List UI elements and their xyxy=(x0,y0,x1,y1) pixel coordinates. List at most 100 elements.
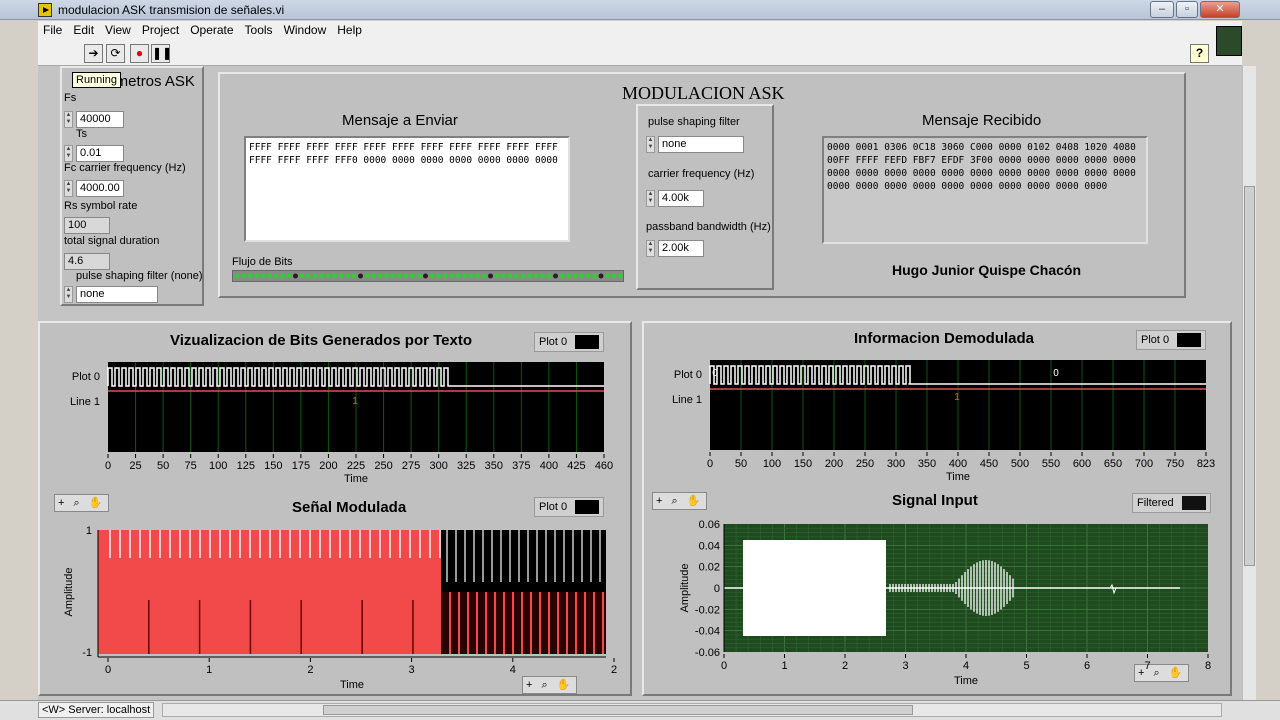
input-x-axis-label: Time xyxy=(954,675,978,687)
bits-x-tick-label: 375 xyxy=(512,460,530,472)
input-y-tick-label: 0.04 xyxy=(699,540,720,552)
tooltip-running: Running xyxy=(72,72,121,88)
minimize-button[interactable]: – xyxy=(1150,1,1174,18)
mod-x-tick-label: 2 xyxy=(611,664,617,676)
run-continuously-icon[interactable]: ⟳ xyxy=(106,44,125,63)
bits-x-tick-label: 150 xyxy=(264,460,282,472)
vi-connector-icon xyxy=(1216,26,1242,56)
run-arrow-icon[interactable]: ➔ xyxy=(84,44,103,63)
bits-x-tick-label: 250 xyxy=(374,460,392,472)
bits-row-plot0-label: Plot 0 xyxy=(72,371,100,383)
demod-x-tick-label: 450 xyxy=(980,458,998,470)
input-x-tick-label: 1 xyxy=(781,660,787,672)
horizontal-scroll-thumb[interactable] xyxy=(323,705,913,715)
demod-x-tick-label: 250 xyxy=(856,458,874,470)
bits-x-tick-label: 460 xyxy=(595,460,613,472)
window-titlebar: modulacion ASK transmision de señales.vi… xyxy=(0,0,1280,20)
demod-data-label: 1 xyxy=(954,392,960,403)
mod-x-tick-label: 2 xyxy=(307,664,313,676)
demod-x-tick-label: 100 xyxy=(763,458,781,470)
bits-x-tick-label: 350 xyxy=(485,460,503,472)
input-y-tick-label: 0 xyxy=(714,583,720,595)
bits-x-tick-label: 275 xyxy=(402,460,420,472)
bits-x-tick-label: 25 xyxy=(129,460,141,472)
mod-x-tick-label: 1 xyxy=(206,664,212,676)
input-dense-block xyxy=(743,540,886,636)
input-x-tick-label: 2 xyxy=(842,660,848,672)
bits-x-tick-label: 75 xyxy=(185,460,197,472)
bits-x-tick-label: 175 xyxy=(292,460,310,472)
bits-x-tick-label: 0 xyxy=(105,460,111,472)
demod-x-tick-label: 50 xyxy=(735,458,747,470)
input-x-tick-label: 7 xyxy=(1144,660,1150,672)
bits-x-tick-label: 325 xyxy=(457,460,475,472)
input-x-tick-label: 0 xyxy=(721,660,727,672)
demod-x-tick-label: 300 xyxy=(887,458,905,470)
bits-x-tick-label: 225 xyxy=(347,460,365,472)
menu-edit[interactable]: Edit xyxy=(68,21,100,37)
server-status: <W> Server: localhost xyxy=(38,702,155,718)
bits-x-tick-label: 400 xyxy=(540,460,558,472)
menu-bar: File Edit View Project Operate Tools Window Hel… xyxy=(38,21,1242,40)
demod-x-tick-label: 350 xyxy=(918,458,936,470)
mod-x-tick-label: 0 xyxy=(105,664,111,676)
demod-data-label: 0 xyxy=(1053,368,1059,379)
bits-x-tick-label: 300 xyxy=(429,460,447,472)
demod-x-tick-label: 750 xyxy=(1166,458,1184,470)
demod-x-tick-label: 700 xyxy=(1135,458,1153,470)
menu-project[interactable]: Project xyxy=(137,21,185,37)
bits-x-axis-label: Time xyxy=(344,473,368,485)
bits-data-label: 1 xyxy=(352,396,358,407)
menu-file[interactable]: File xyxy=(38,21,68,37)
maximize-button[interactable]: ▫ xyxy=(1176,1,1198,18)
demod-x-tick-label: 823 xyxy=(1197,458,1215,470)
bits-x-tick-label: 100 xyxy=(209,460,227,472)
mod-x-tick-label: 3 xyxy=(409,664,415,676)
demod-row-line1-label: Line 1 xyxy=(672,394,702,406)
demod-row-plot0-label: Plot 0 xyxy=(674,369,702,381)
input-x-tick-label: 8 xyxy=(1205,660,1211,672)
input-y-axis-label: Amplitude xyxy=(679,564,691,613)
vertical-scroll-thumb[interactable] xyxy=(1244,186,1255,566)
bits-x-tick-label: 125 xyxy=(237,460,255,472)
input-y-tick-label: 0.02 xyxy=(699,562,720,574)
mod-y-axis-label: Amplitude xyxy=(63,568,75,617)
input-y-tick-label: -0.04 xyxy=(695,626,720,638)
abort-icon[interactable]: ● xyxy=(130,44,149,63)
horizontal-scrollbar[interactable] xyxy=(162,703,1222,717)
menu-window[interactable]: Window xyxy=(279,21,333,37)
mod-x-axis-label: Time xyxy=(340,679,364,691)
menu-tools[interactable]: Tools xyxy=(240,21,279,37)
mod-x-tick-label: 4 xyxy=(510,664,516,676)
charts-canvas: Plot 0Line 1 10 25 50 75 100 125 150 175 200 225 25… xyxy=(63,360,1215,691)
bits-x-tick-label: 200 xyxy=(319,460,337,472)
mod-off-region-lower xyxy=(441,592,606,654)
demod-x-tick-label: 0 xyxy=(707,458,713,470)
bits-x-tick-label: 425 xyxy=(567,460,585,472)
demod-x-tick-label: 650 xyxy=(1104,458,1122,470)
vertical-scrollbar[interactable] xyxy=(1242,66,1256,700)
close-button[interactable]: ✕ xyxy=(1200,1,1240,18)
demod-x-axis-label: Time xyxy=(946,471,970,483)
pause-icon[interactable]: ❚❚ xyxy=(151,44,172,63)
input-x-tick-label: 4 xyxy=(963,660,969,672)
bits-x-tick-label: 50 xyxy=(157,460,169,472)
demod-x-tick-label: 600 xyxy=(1073,458,1091,470)
mod-y-tick-label: 1 xyxy=(86,525,92,537)
demod-x-tick-label: 400 xyxy=(949,458,967,470)
labview-vi-icon xyxy=(38,3,52,17)
menu-operate[interactable]: Operate xyxy=(185,21,239,37)
status-bar: <W> Server: localhost xyxy=(0,700,1280,720)
window-title: modulacion ASK transmision de señales.vi xyxy=(58,3,285,17)
input-x-tick-label: 6 xyxy=(1084,660,1090,672)
context-help-icon[interactable]: ? xyxy=(1190,44,1209,63)
input-x-tick-label: 5 xyxy=(1023,660,1029,672)
menu-view[interactable]: View xyxy=(100,21,137,37)
demod-x-tick-label: 500 xyxy=(1011,458,1029,470)
demod-x-tick-label: 200 xyxy=(825,458,843,470)
menu-help[interactable]: Help xyxy=(332,21,368,37)
demod-x-tick-label: 550 xyxy=(1042,458,1060,470)
front-panel: Parametros ASK Fs ▲ ▼ 40000 Ts ▲ ▼ 0.01 Fc… xyxy=(38,66,1242,700)
input-y-tick-label: -0.06 xyxy=(695,647,720,659)
toolbar: ➔ ⟳ ● ❚❚ ? xyxy=(38,26,1242,66)
